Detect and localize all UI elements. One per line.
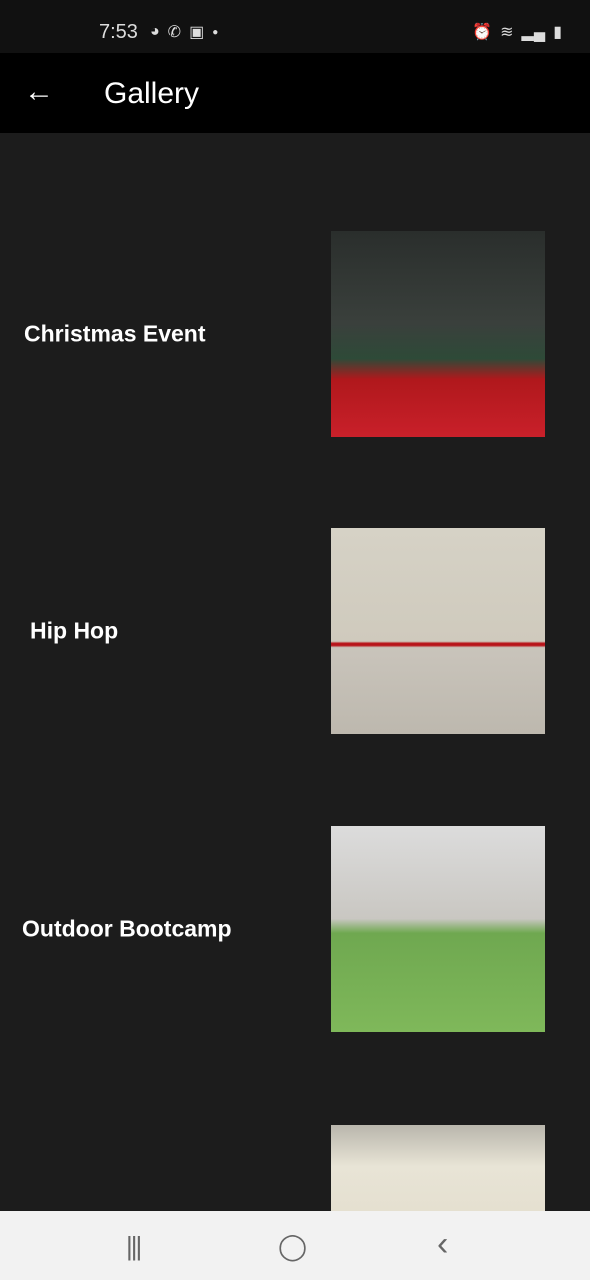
gallery-item-hip-hop[interactable]: Hip Hop — [0, 528, 590, 734]
recents-button[interactable]: ||| — [126, 1231, 142, 1262]
gallery-item-thumbnail — [331, 528, 545, 734]
whatsapp-icon: ✆ — [167, 24, 182, 41]
gallery-item-thumbnail — [331, 231, 545, 437]
arrow-left-icon: ← — [24, 75, 54, 108]
signal-icon: ▂▄ — [521, 24, 546, 41]
gallery-item-title: Christmas Event — [24, 320, 206, 347]
alarm-icon: ⏰ — [472, 24, 493, 41]
gallery-item-thumbnail — [331, 1125, 545, 1211]
gallery-item-thumbnail — [331, 826, 545, 1032]
gallery-item-outdoor-bootcamp[interactable]: Outdoor Bootcamp — [0, 826, 590, 1032]
gallery-item[interactable] — [0, 1125, 590, 1211]
battery-charging-icon: ▮ — [553, 24, 562, 41]
gallery-item-title: Hip Hop — [30, 617, 119, 644]
page-title: Gallery — [104, 77, 200, 110]
back-button[interactable]: ← — [24, 75, 58, 109]
system-nav-bar: ||| ◯ ‹ — [0, 1211, 590, 1280]
image-icon: ▣ — [189, 24, 205, 41]
more-notifications-dot-icon: ● — [212, 26, 219, 38]
gallery-item-title: Outdoor Bootcamp — [22, 915, 232, 942]
gallery-list[interactable]: Christmas Event Hip Hop Outdoor Bootcamp — [0, 133, 590, 1211]
home-button[interactable]: ◯ — [278, 1231, 307, 1262]
status-bar: 7:53 ◕ ✆ ▣ ● ⏰ ≋ ▂▄ ▮ — [0, 0, 590, 53]
gallery-item-christmas-event[interactable]: Christmas Event — [0, 231, 590, 437]
system-back-button[interactable]: ‹ — [437, 1225, 448, 1264]
app-notification-icon: ◕ — [150, 23, 160, 40]
app-bar: ← Gallery — [0, 53, 590, 133]
status-time: 7:53 — [99, 21, 138, 43]
wifi-icon: ≋ — [500, 24, 514, 41]
